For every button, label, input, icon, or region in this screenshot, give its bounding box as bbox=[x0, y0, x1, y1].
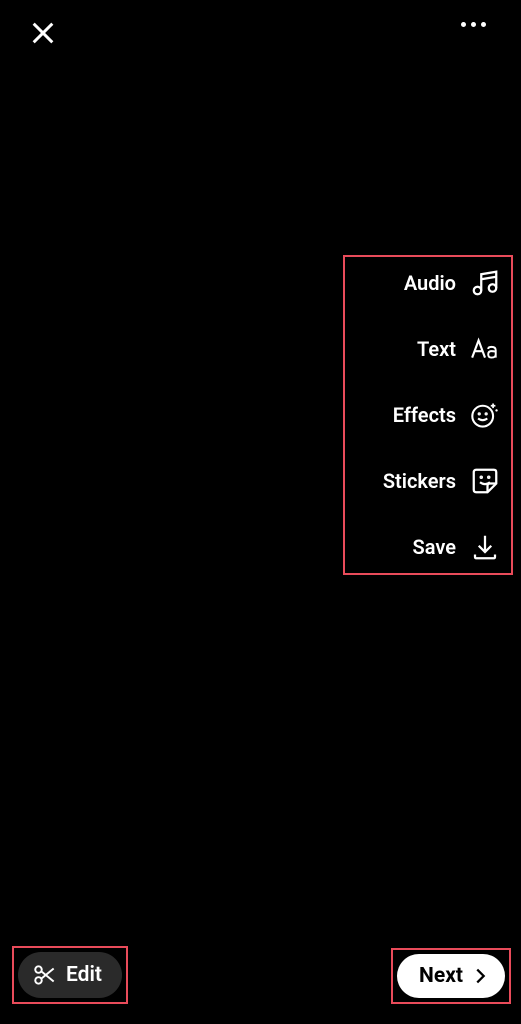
dot-icon bbox=[461, 22, 466, 27]
next-label: Next bbox=[419, 964, 463, 988]
edit-button[interactable]: Edit bbox=[18, 952, 122, 998]
tool-label: Audio bbox=[404, 271, 456, 295]
effects-tool[interactable]: Effects bbox=[355, 399, 501, 431]
scissors-icon bbox=[32, 962, 58, 988]
tools-panel: Audio Text Effects bbox=[343, 255, 513, 575]
tool-label: Stickers bbox=[383, 469, 456, 493]
tool-label: Effects bbox=[393, 403, 456, 427]
edit-highlight: Edit bbox=[12, 946, 128, 1004]
chevron-right-icon bbox=[469, 965, 491, 987]
tool-label: Text bbox=[417, 337, 456, 361]
download-icon bbox=[469, 531, 501, 563]
text-tool[interactable]: Text bbox=[355, 333, 501, 365]
close-icon bbox=[29, 19, 57, 47]
save-tool[interactable]: Save bbox=[355, 531, 501, 563]
audio-tool[interactable]: Audio bbox=[355, 267, 501, 299]
sticker-icon bbox=[469, 465, 501, 497]
edit-label: Edit bbox=[66, 963, 102, 987]
next-highlight: Next bbox=[391, 948, 511, 1004]
tool-label: Save bbox=[413, 535, 456, 559]
more-options-button[interactable] bbox=[461, 22, 486, 27]
next-button[interactable]: Next bbox=[397, 954, 505, 998]
text-aa-icon bbox=[469, 333, 501, 365]
music-note-icon bbox=[469, 267, 501, 299]
dot-icon bbox=[471, 22, 476, 27]
close-button[interactable] bbox=[25, 15, 61, 51]
smile-sparkle-icon bbox=[469, 399, 501, 431]
dot-icon bbox=[481, 22, 486, 27]
stickers-tool[interactable]: Stickers bbox=[355, 465, 501, 497]
